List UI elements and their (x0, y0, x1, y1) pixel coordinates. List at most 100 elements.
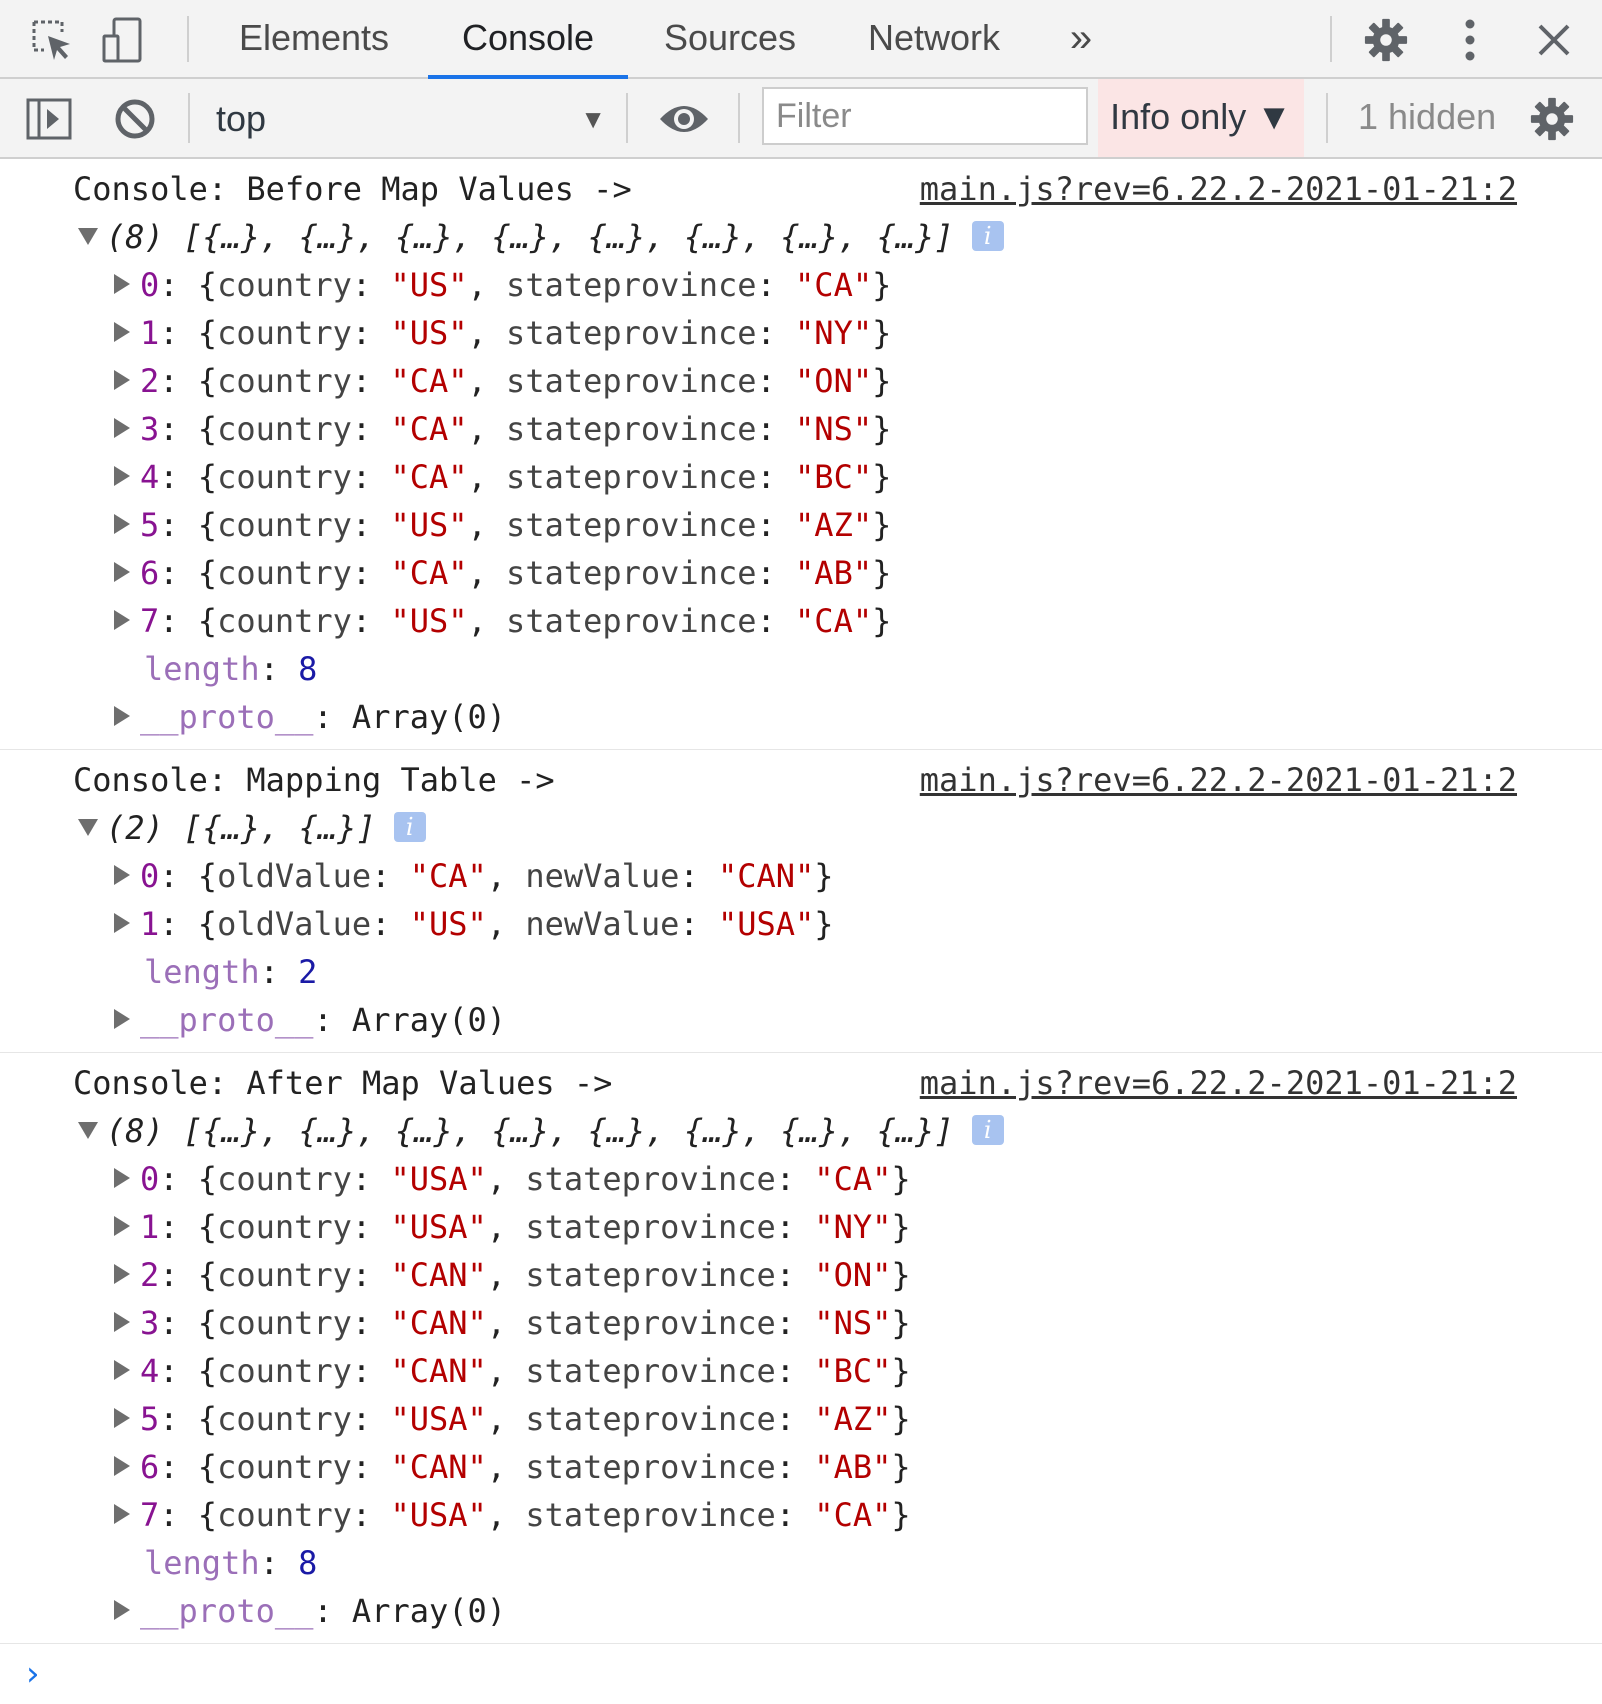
context-selector[interactable]: top ▼ (216, 91, 606, 147)
entry-index: 1 (140, 314, 160, 352)
array-entry[interactable]: 1: {country: "US", stateprovince: "NY"} (0, 309, 1602, 357)
entry-key: stateprovince (506, 410, 757, 448)
tab-console[interactable]: Console (428, 0, 628, 79)
entry-index: 2 (140, 1256, 160, 1294)
source-link[interactable]: main.js?rev=6.22.2-2021-01-21:2 (920, 756, 1517, 804)
console-message: Console: Before Map Values -> main.js?re… (0, 159, 1602, 750)
entry-value: CA (814, 266, 853, 304)
collapse-triangle-icon[interactable] (114, 1264, 130, 1284)
array-entry[interactable]: 4: {country: "CA", stateprovince: "BC"} (0, 453, 1602, 501)
collapse-triangle-icon[interactable] (114, 1312, 130, 1332)
collapse-triangle-icon[interactable] (114, 466, 130, 486)
entry-value: CA (409, 554, 449, 592)
entry-key: country (217, 506, 352, 544)
entry-index: 4 (140, 1352, 160, 1390)
array-entry[interactable]: 0: {oldValue: "CA", newValue: "CAN"} (0, 852, 1602, 900)
live-expression-eye-icon[interactable] (654, 89, 714, 149)
entry-value: BC (814, 458, 853, 496)
console-settings-gear-icon[interactable] (1522, 89, 1582, 149)
collapse-triangle-icon[interactable] (114, 706, 130, 726)
tab-elements[interactable]: Elements (234, 0, 394, 77)
device-toggle-icon[interactable] (92, 10, 152, 70)
collapse-triangle-icon[interactable] (114, 514, 130, 534)
sidebar-toggle-icon[interactable] (19, 89, 79, 149)
array-entry[interactable]: 7: {country: "USA", stateprovince: "CA"} (0, 1491, 1602, 1539)
kebab-menu-icon[interactable] (1440, 10, 1500, 70)
console-message: Console: Mapping Table -> main.js?rev=6.… (0, 750, 1602, 1053)
array-entry[interactable]: 6: {country: "CAN", stateprovince: "AB"} (0, 1443, 1602, 1491)
entry-value: CA (814, 602, 853, 640)
entry-key: stateprovince (525, 1448, 776, 1486)
entry-value: US (428, 905, 468, 943)
array-entry[interactable]: 7: {country: "US", stateprovince: "CA"} (0, 597, 1602, 645)
collapse-triangle-icon[interactable] (114, 610, 130, 630)
entry-value: CAN (409, 1352, 468, 1390)
array-proto[interactable]: __proto__: Array(0) (0, 996, 1602, 1044)
array-summary[interactable]: (8) [{…}, {…}, {…}, {…}, {…}, {…}, {…}, … (0, 213, 1602, 261)
collapse-triangle-icon[interactable] (114, 1009, 130, 1029)
array-entry[interactable]: 2: {country: "CAN", stateprovince: "ON"} (0, 1251, 1602, 1299)
entry-index: 7 (140, 1496, 160, 1534)
array-entry[interactable]: 2: {country: "CA", stateprovince: "ON"} (0, 357, 1602, 405)
array-entry[interactable]: 1: {country: "USA", stateprovince: "NY"} (0, 1203, 1602, 1251)
tab-network[interactable]: Network (862, 0, 1006, 77)
source-link[interactable]: main.js?rev=6.22.2-2021-01-21:2 (920, 1059, 1517, 1107)
entry-index: 3 (140, 410, 160, 448)
prompt-chevron-icon: › (26, 1654, 40, 1694)
collapse-triangle-icon[interactable] (114, 1504, 130, 1524)
array-entry[interactable]: 3: {country: "CAN", stateprovince: "NS"} (0, 1299, 1602, 1347)
array-entry[interactable]: 3: {country: "CA", stateprovince: "NS"} (0, 405, 1602, 453)
collapse-triangle-icon[interactable] (114, 1408, 130, 1428)
filter-input[interactable] (762, 87, 1088, 145)
source-link[interactable]: main.js?rev=6.22.2-2021-01-21:2 (920, 165, 1517, 213)
collapse-triangle-icon[interactable] (114, 562, 130, 582)
entry-value: CA (833, 1496, 873, 1534)
array-summary[interactable]: (8) [{…}, {…}, {…}, {…}, {…}, {…}, {…}, … (0, 1107, 1602, 1155)
entry-index: 0 (140, 266, 160, 304)
array-entry[interactable]: 0: {country: "US", stateprovince: "CA"} (0, 261, 1602, 309)
array-entry[interactable]: 1: {oldValue: "US", newValue: "USA"} (0, 900, 1602, 948)
entry-value: AZ (814, 506, 853, 544)
collapse-triangle-icon[interactable] (114, 274, 130, 294)
expand-triangle-icon[interactable] (78, 1121, 98, 1139)
info-icon[interactable]: i (971, 1115, 1004, 1145)
console-prompt[interactable]: › (0, 1644, 1602, 1704)
array-entry[interactable]: 5: {country: "US", stateprovince: "AZ"} (0, 501, 1602, 549)
info-icon[interactable]: i (393, 812, 426, 842)
collapse-triangle-icon[interactable] (114, 1168, 130, 1188)
divider (626, 93, 628, 143)
array-entry[interactable]: 0: {country: "USA", stateprovince: "CA"} (0, 1155, 1602, 1203)
inspect-element-icon[interactable] (22, 10, 82, 70)
close-icon[interactable] (1524, 10, 1584, 70)
log-levels-dropdown[interactable]: Info only ▼ (1098, 79, 1304, 157)
collapse-triangle-icon[interactable] (114, 1360, 130, 1380)
array-proto[interactable]: __proto__: Array(0) (0, 693, 1602, 741)
clear-console-icon[interactable] (105, 89, 165, 149)
array-proto[interactable]: __proto__: Array(0) (0, 1587, 1602, 1635)
collapse-triangle-icon[interactable] (114, 1216, 130, 1236)
expand-triangle-icon[interactable] (78, 227, 98, 245)
collapse-triangle-icon[interactable] (114, 322, 130, 342)
array-summary[interactable]: (2) [{…}, {…}] i (0, 804, 1602, 852)
more-tabs-icon[interactable]: » (1058, 0, 1104, 77)
info-icon[interactable]: i (971, 221, 1004, 251)
collapse-triangle-icon[interactable] (114, 418, 130, 438)
entry-key: country (217, 1352, 352, 1390)
entry-key: newValue (525, 905, 680, 943)
entry-value: USA (737, 905, 796, 943)
array-entry[interactable]: 6: {country: "CA", stateprovince: "AB"} (0, 549, 1602, 597)
settings-gear-icon[interactable] (1356, 10, 1416, 70)
array-entry[interactable]: 5: {country: "USA", stateprovince: "AZ"} (0, 1395, 1602, 1443)
entry-key: stateprovince (506, 314, 757, 352)
expand-triangle-icon[interactable] (78, 818, 98, 836)
entry-index: 6 (140, 1448, 160, 1486)
collapse-triangle-icon[interactable] (114, 1456, 130, 1476)
collapse-triangle-icon[interactable] (114, 1600, 130, 1620)
tab-sources[interactable]: Sources (658, 0, 802, 77)
proto-label: __proto__ (140, 1001, 314, 1039)
collapse-triangle-icon[interactable] (114, 865, 130, 885)
collapse-triangle-icon[interactable] (114, 370, 130, 390)
collapse-triangle-icon[interactable] (114, 913, 130, 933)
entry-key: stateprovince (525, 1304, 776, 1342)
array-entry[interactable]: 4: {country: "CAN", stateprovince: "BC"} (0, 1347, 1602, 1395)
